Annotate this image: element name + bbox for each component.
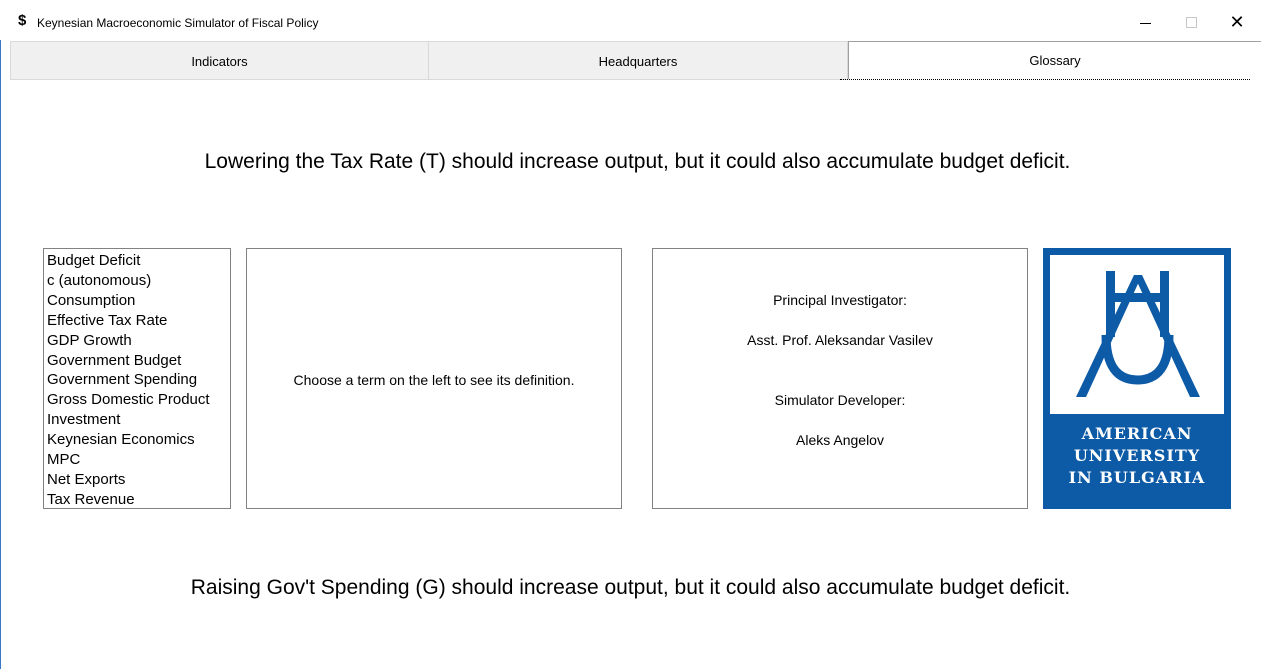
list-item[interactable]: c (autonomous) bbox=[47, 271, 230, 291]
credits-panel: Principal Investigator: Asst. Prof. Alek… bbox=[652, 248, 1028, 509]
logo-text-line: IN BULGARIA bbox=[1068, 468, 1206, 487]
list-item[interactable]: Effective Tax Rate bbox=[47, 311, 230, 331]
logo-emblem-area bbox=[1050, 255, 1224, 414]
list-item[interactable]: MPC bbox=[47, 450, 230, 470]
definition-text: Choose a term on the left to see its def… bbox=[293, 372, 575, 388]
gov-spending-hint: Raising Gov't Spending (G) should increa… bbox=[190, 576, 1071, 599]
logo-text-line: UNIVERSITY bbox=[1073, 446, 1201, 465]
simulator-developer-name: Aleks Angelov bbox=[796, 432, 884, 448]
tax-rate-hint: Lowering the Tax Rate (T) should increas… bbox=[204, 150, 1071, 173]
tab-focus-indicator bbox=[840, 79, 1250, 80]
list-item[interactable]: Government Spending bbox=[47, 370, 230, 390]
tab-label: Indicators bbox=[191, 54, 248, 69]
list-item[interactable]: Net Exports bbox=[47, 470, 230, 490]
list-item[interactable]: Tax Revenue bbox=[47, 490, 230, 510]
aubg-logo: AMERICAN UNIVERSITY IN BULGARIA bbox=[1043, 248, 1231, 509]
close-button[interactable]: ✕ bbox=[1214, 8, 1260, 36]
maximize-button[interactable] bbox=[1168, 8, 1214, 36]
list-item[interactable]: Gross Domestic Product bbox=[47, 390, 230, 410]
logo-text-line: AMERICAN bbox=[1081, 424, 1193, 443]
minimize-icon bbox=[1139, 22, 1151, 24]
tab-glossary[interactable]: Glossary bbox=[848, 41, 1261, 79]
window-title: Keynesian Macroeconomic Simulator of Fis… bbox=[37, 16, 319, 30]
definition-panel: Choose a term on the left to see its def… bbox=[246, 248, 622, 509]
tab-label: Glossary bbox=[1029, 53, 1081, 68]
dollar-icon: $ bbox=[18, 12, 27, 29]
list-item[interactable]: Keynesian Economics bbox=[47, 430, 230, 450]
minimize-button[interactable] bbox=[1122, 8, 1168, 36]
aubg-emblem-icon bbox=[1076, 271, 1200, 397]
tab-label: Headquarters bbox=[598, 54, 678, 69]
tab-bar: Indicators Headquarters Glossary bbox=[10, 41, 1261, 81]
simulator-developer-label: Simulator Developer: bbox=[774, 392, 906, 408]
list-item[interactable]: Investment bbox=[47, 410, 230, 430]
list-item[interactable]: GDP Growth bbox=[47, 331, 230, 351]
close-icon: ✕ bbox=[1229, 12, 1245, 32]
principal-investigator-label: Principal Investigator: bbox=[773, 292, 907, 308]
tab-headquarters[interactable]: Headquarters bbox=[428, 41, 848, 80]
principal-investigator-name: Asst. Prof. Aleksandar Vasilev bbox=[747, 332, 933, 348]
list-item[interactable]: Government Budget bbox=[47, 351, 230, 371]
list-item[interactable]: Consumption bbox=[47, 291, 230, 311]
glossary-term-list[interactable]: Budget Deficit c (autonomous) Consumptio… bbox=[43, 248, 231, 509]
maximize-icon bbox=[1185, 16, 1197, 28]
list-item[interactable]: Budget Deficit bbox=[47, 251, 230, 271]
title-bar[interactable]: $ Keynesian Macroeconomic Simulator of F… bbox=[0, 0, 1261, 40]
tab-indicators[interactable]: Indicators bbox=[10, 41, 429, 80]
